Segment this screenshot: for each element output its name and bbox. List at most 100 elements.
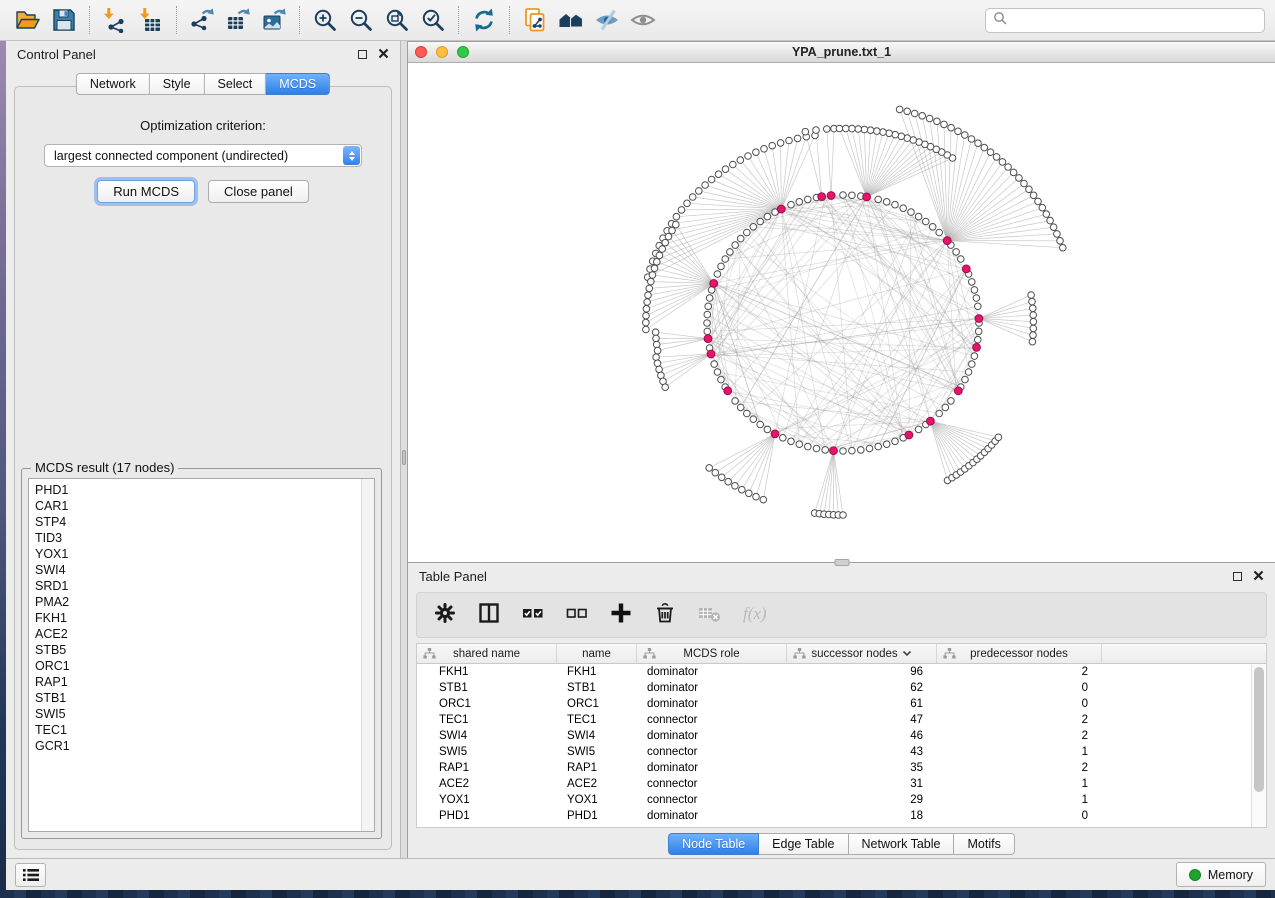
network-node[interactable] — [651, 265, 658, 272]
network-node[interactable] — [861, 126, 868, 133]
network-node[interactable] — [704, 328, 711, 335]
network-node[interactable] — [656, 252, 663, 259]
network-node[interactable] — [673, 221, 680, 228]
show-all-button[interactable] — [625, 4, 661, 36]
network-node-dominator[interactable] — [830, 447, 838, 455]
column-header-MCDS-role[interactable]: MCDS role — [637, 644, 787, 663]
network-node[interactable] — [875, 196, 882, 203]
network-node[interactable] — [975, 303, 982, 310]
network-node[interactable] — [973, 295, 980, 302]
first-neighbors-of-selected-button[interactable] — [553, 4, 589, 36]
network-node[interactable] — [975, 140, 982, 147]
network-node[interactable] — [643, 326, 650, 333]
network-node[interactable] — [653, 354, 660, 361]
network-node-dominator[interactable] — [771, 430, 779, 438]
network-node[interactable] — [849, 125, 856, 132]
network-node[interactable] — [915, 213, 922, 220]
network-node[interactable] — [975, 328, 982, 335]
network-node[interactable] — [757, 218, 764, 225]
select-all-checkboxes-button[interactable] — [515, 597, 551, 633]
export-table-button[interactable] — [220, 4, 256, 36]
network-node[interactable] — [936, 229, 943, 236]
network-node[interactable] — [696, 188, 703, 195]
network-node[interactable] — [892, 201, 899, 208]
table-row[interactable]: FKH1FKH1dominator962 — [417, 664, 1251, 680]
network-node[interactable] — [1057, 238, 1064, 245]
network-node[interactable] — [714, 369, 721, 376]
network-node[interactable] — [796, 441, 803, 448]
network-node[interactable] — [745, 153, 752, 160]
table-row[interactable]: STB1STB1dominator620 — [417, 680, 1251, 696]
network-node[interactable] — [746, 490, 753, 497]
network-node[interactable] — [673, 213, 680, 220]
mcds-result-item[interactable]: GCR1 — [35, 738, 374, 754]
mcds-result-item[interactable]: PHD1 — [35, 482, 374, 498]
table-row[interactable]: SWI4SWI4dominator462 — [417, 728, 1251, 744]
mcds-result-item[interactable]: YOX1 — [35, 546, 374, 562]
splitter-grip-icon[interactable] — [402, 450, 406, 465]
network-node[interactable] — [706, 465, 713, 472]
network-node[interactable] — [649, 272, 656, 279]
network-node[interactable] — [712, 469, 719, 476]
network-node-dominator[interactable] — [827, 192, 835, 200]
network-node[interactable] — [892, 438, 899, 445]
network-node[interactable] — [727, 249, 734, 256]
network-node[interactable] — [744, 410, 751, 417]
network-node[interactable] — [1054, 231, 1061, 238]
network-node[interactable] — [737, 235, 744, 242]
tab-edge-table[interactable]: Edge Table — [759, 833, 848, 855]
show-panels-button[interactable] — [15, 863, 46, 887]
column-header-shared-name[interactable]: shared name — [417, 644, 557, 663]
network-node[interactable] — [662, 239, 669, 246]
mcds-result-item[interactable]: PMA2 — [35, 594, 374, 610]
network-node[interactable] — [730, 161, 737, 168]
list-scrollbar[interactable] — [361, 479, 374, 831]
memory-button[interactable]: Memory — [1176, 862, 1266, 887]
network-node-dominator[interactable] — [943, 237, 951, 245]
network-node[interactable] — [981, 144, 988, 151]
network-node[interactable] — [904, 108, 911, 115]
network-node[interactable] — [874, 128, 881, 135]
network-node[interactable] — [805, 443, 812, 450]
network-node[interactable] — [805, 196, 812, 203]
network-node[interactable] — [718, 474, 725, 481]
mcds-result-item[interactable]: SWI5 — [35, 706, 374, 722]
float-panel-icon[interactable] — [358, 50, 367, 59]
tab-select[interactable]: Select — [205, 73, 267, 95]
network-node[interactable] — [999, 159, 1006, 166]
deselect-all-checkboxes-button[interactable] — [559, 597, 595, 633]
network-node[interactable] — [962, 132, 969, 139]
network-node[interactable] — [760, 496, 767, 503]
save-session-button[interactable] — [46, 4, 82, 36]
network-node[interactable] — [715, 171, 722, 178]
network-node[interactable] — [955, 128, 962, 135]
network-node[interactable] — [744, 229, 751, 236]
network-node-dominator[interactable] — [962, 265, 970, 273]
network-node[interactable] — [662, 384, 669, 391]
tab-style[interactable]: Style — [150, 73, 205, 95]
table-scrollbar[interactable] — [1251, 664, 1266, 827]
network-node[interactable] — [883, 441, 890, 448]
network-node[interactable] — [1050, 224, 1057, 231]
table-row[interactable]: RAP1RAP1dominator352 — [417, 760, 1251, 776]
network-node[interactable] — [718, 263, 725, 270]
network-node[interactable] — [753, 149, 760, 156]
export-network-button[interactable] — [184, 4, 220, 36]
network-node[interactable] — [722, 256, 729, 263]
network-node-dominator[interactable] — [707, 350, 715, 358]
network-node[interactable] — [923, 218, 930, 225]
network-node[interactable] — [898, 133, 905, 140]
network-node-dominator[interactable] — [905, 431, 913, 439]
network-node[interactable] — [958, 256, 965, 263]
zoom-in-button[interactable] — [307, 4, 343, 36]
network-node[interactable] — [822, 447, 829, 454]
mcds-result-item[interactable]: SWI4 — [35, 562, 374, 578]
mcds-result-item[interactable]: TID3 — [35, 530, 374, 546]
network-node[interactable] — [654, 360, 661, 367]
network-node[interactable] — [704, 320, 711, 327]
delete-columns-button[interactable] — [647, 597, 683, 633]
mcds-result-item[interactable]: FKH1 — [35, 610, 374, 626]
network-node[interactable] — [849, 192, 856, 199]
network-node[interactable] — [849, 447, 856, 454]
close-table-panel-icon[interactable] — [1253, 569, 1264, 584]
